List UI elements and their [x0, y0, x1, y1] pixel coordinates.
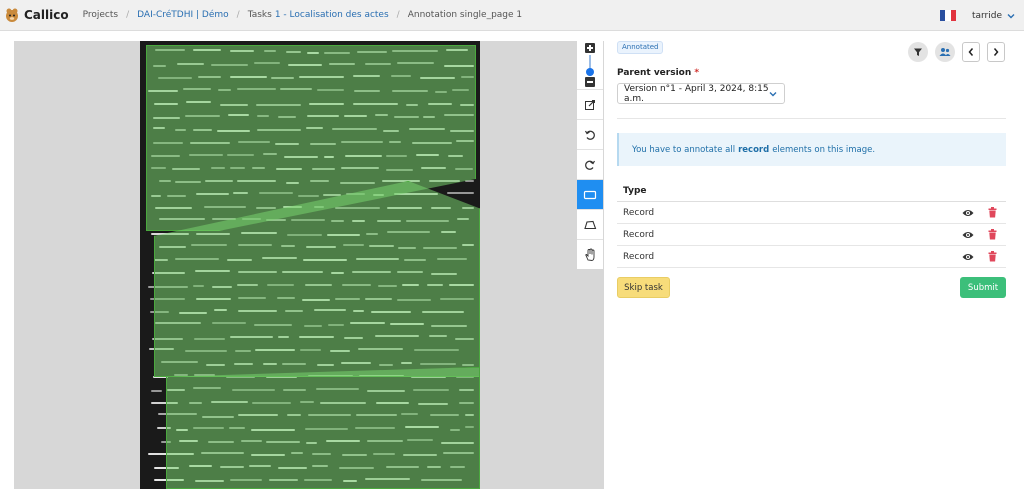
document-image[interactable] [140, 41, 480, 489]
zoom-control [577, 41, 603, 89]
zoom-slider-thumb[interactable] [586, 68, 594, 76]
brand[interactable]: Callico [4, 7, 69, 23]
edit-icon [585, 99, 595, 110]
rectangle-tool-button[interactable] [577, 179, 603, 209]
breadcrumb-separator: / [236, 10, 240, 20]
info-text-strong: record [738, 144, 770, 155]
zoom-in-icon[interactable] [585, 43, 595, 53]
eye-icon[interactable] [962, 230, 974, 240]
french-flag-icon[interactable] [939, 10, 956, 21]
divider [617, 118, 1006, 119]
breadcrumb-current: Annotation single_page 1 [407, 10, 523, 20]
chevron-right-icon [993, 48, 999, 56]
row-type: Record [623, 251, 655, 262]
breadcrumb: Projects / DAI-CréTDHI | Démo / Tasks 1 … [83, 10, 523, 20]
table-row[interactable]: Record [617, 202, 1006, 224]
annotated-badge: Annotated [617, 41, 664, 54]
filter-button[interactable] [908, 42, 928, 62]
info-text-after: elements on this image. [772, 144, 876, 155]
handwriting-stroke [150, 389, 163, 392]
parent-version-text: Parent version [617, 68, 692, 78]
breadcrumb-project[interactable]: DAI-CréTDHI | Démo [137, 10, 229, 20]
handwriting-stroke [447, 192, 474, 195]
table-row[interactable]: Record [617, 246, 1006, 268]
rotate-right-button[interactable] [577, 149, 603, 179]
skip-task-button[interactable]: Skip task [617, 277, 670, 298]
breadcrumb-task[interactable]: 1 - Localisation des actes [275, 10, 389, 20]
eye-icon[interactable] [962, 208, 974, 218]
row-type: Record [623, 229, 655, 240]
users-icon [939, 48, 951, 56]
navbar-right: tarride [939, 0, 1016, 31]
parent-version-label: Parent version * [617, 68, 699, 78]
users-button[interactable] [935, 42, 955, 62]
polygon-tool-button[interactable] [577, 209, 603, 239]
parent-version-select[interactable]: Version n°1 - April 3, 2024, 8:15 a.m. [617, 83, 785, 104]
pan-tool-button[interactable] [577, 239, 603, 269]
callico-logo-icon [6, 8, 18, 22]
user-menu[interactable]: tarride [972, 11, 1002, 21]
chevron-down-icon[interactable] [1006, 11, 1016, 21]
viewer-toolbar [577, 41, 603, 269]
filter-icon [914, 48, 922, 56]
rotate-left-icon [584, 130, 595, 140]
rotate-left-button[interactable] [577, 119, 603, 149]
record-zone-3[interactable] [166, 367, 480, 489]
breadcrumb-separator: / [396, 10, 400, 20]
table-header-type: Type [617, 180, 1006, 202]
row-type: Record [623, 207, 655, 218]
elements-table: Type Record Record Record [617, 180, 1006, 268]
top-navbar: Callico Projects / DAI-CréTDHI | Démo / … [0, 0, 1024, 31]
trash-icon[interactable] [988, 207, 997, 218]
required-mark: * [694, 68, 700, 78]
next-button[interactable] [987, 42, 1005, 62]
breadcrumb-separator: / [126, 10, 130, 20]
parent-version-value: Version n°1 - April 3, 2024, 8:15 a.m. [624, 83, 769, 104]
previous-button[interactable] [962, 42, 980, 62]
eye-icon[interactable] [962, 252, 974, 262]
chevron-left-icon [968, 48, 974, 56]
rectangle-icon [583, 190, 597, 199]
info-alert: You have to annotate all record elements… [617, 133, 1006, 166]
breadcrumb-tasks[interactable]: Tasks [248, 10, 272, 20]
trash-icon[interactable] [988, 251, 997, 262]
breadcrumb-projects[interactable]: Projects [83, 10, 118, 20]
table-row[interactable]: Record [617, 224, 1006, 246]
hand-icon [585, 248, 595, 261]
submit-button[interactable]: Submit [960, 277, 1006, 298]
chevron-down-icon [769, 92, 777, 97]
edit-tool-button[interactable] [577, 89, 603, 119]
trash-icon[interactable] [988, 229, 997, 240]
image-viewer[interactable] [14, 41, 604, 489]
rotate-right-icon [585, 160, 596, 170]
info-text-before: You have to annotate all [632, 144, 736, 155]
polygon-icon [584, 220, 597, 229]
zoom-out-icon[interactable] [585, 77, 595, 87]
brand-name: Callico [24, 8, 69, 22]
